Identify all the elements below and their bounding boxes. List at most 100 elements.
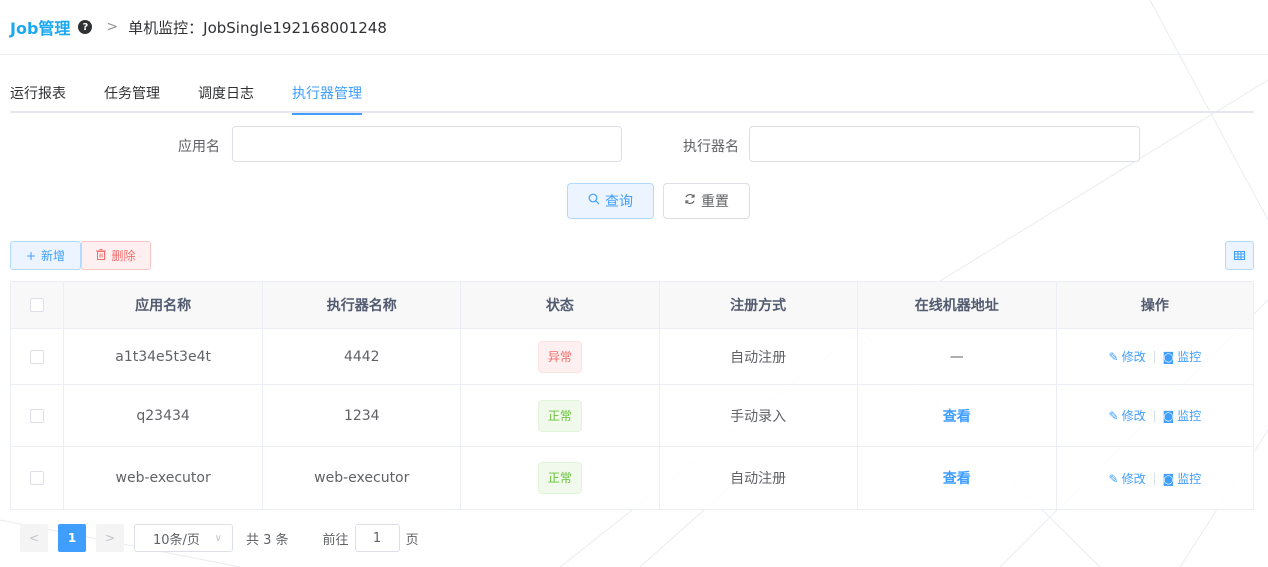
reset-button-label: 重置	[701, 194, 729, 210]
executor-name-label: 执行器名	[683, 139, 739, 155]
app-name-input[interactable]	[232, 126, 622, 162]
delete-button-label: 删除	[111, 249, 136, 263]
view-address-link[interactable]: 查看	[943, 471, 971, 487]
page-suffix: 页	[405, 532, 419, 548]
query-button-label: 查询	[605, 194, 633, 210]
breadcrumb: 单机监控：JobSingle192168001248	[128, 18, 387, 37]
edit-label: 修改	[1121, 409, 1146, 423]
monitor-label: 监控	[1177, 350, 1202, 364]
add-button[interactable]: + 新增	[10, 241, 81, 270]
edit-icon: ✎	[1108, 350, 1119, 364]
edit-icon: ✎	[1108, 409, 1119, 423]
brand-title[interactable]: Job管理	[10, 15, 70, 39]
plus-icon: +	[25, 248, 37, 263]
delete-button[interactable]: 删除	[81, 241, 151, 270]
column-header[interactable]: 状态	[460, 281, 660, 329]
status-cell: 正常	[460, 446, 660, 510]
pagination: < 1 > 10条/页 ∨ 共 3 条 前往 页	[20, 524, 419, 552]
select-all-checkbox[interactable]	[30, 298, 45, 312]
edit-label: 修改	[1121, 350, 1146, 364]
registration-cell: 自动注册	[658, 328, 858, 385]
reset-button[interactable]: 重置	[663, 183, 750, 219]
column-header[interactable]: 执行器名称	[262, 281, 462, 329]
camera-icon: ◙	[1162, 350, 1175, 364]
tab-bar: 运行报表 任务管理 调度日志 执行器管理	[10, 72, 1254, 115]
address-cell: 查看	[856, 446, 1057, 510]
address-cell: 查看	[856, 384, 1057, 447]
table-row: q23434 1234 正常 手动录入 查看 ✎ 修改 ◙ 监控	[9, 384, 1255, 447]
actions-cell: ✎ 修改 ◙ 监控	[1055, 446, 1255, 510]
question-circle-icon[interactable]: ?	[78, 20, 93, 34]
executor-name-input[interactable]	[749, 126, 1140, 162]
total-count: 共 3 条	[246, 532, 289, 548]
executor-name-cell: 4442	[262, 328, 462, 385]
app-name-label: 应用名	[178, 139, 220, 155]
next-page-button[interactable]: >	[96, 524, 124, 552]
edit-button[interactable]: ✎ 修改	[1109, 409, 1146, 423]
goto-page-input[interactable]	[354, 524, 400, 552]
chevron-left-icon: <	[28, 531, 40, 545]
status-cell: 正常	[460, 384, 660, 447]
app-name-cell: web-executor	[63, 446, 264, 510]
select-all-cell	[9, 281, 65, 329]
query-button[interactable]: 查询	[567, 183, 654, 219]
column-settings-button[interactable]	[1225, 241, 1254, 270]
status-badge: 异常	[537, 340, 582, 373]
column-header[interactable]: 注册方式	[658, 281, 858, 329]
app-name-cell: q23434	[63, 384, 264, 447]
table-header-row: 应用名称 执行器名称 状态 注册方式 在线机器地址 操作	[9, 281, 1255, 329]
row-select-cell	[9, 446, 65, 510]
monitor-label: 监控	[1177, 409, 1202, 423]
monitor-button[interactable]: ◙ 监控	[1163, 350, 1202, 364]
column-header[interactable]: 在线机器地址	[856, 281, 1057, 329]
view-address-link[interactable]: 查看	[943, 409, 971, 425]
action-divider	[1153, 472, 1155, 485]
executor-name-cell: 1234	[262, 384, 462, 447]
row-select-cell	[9, 384, 65, 447]
tab-executor-management[interactable]: 执行器管理	[292, 72, 362, 115]
trash-icon	[96, 248, 107, 263]
edit-button[interactable]: ✎ 修改	[1109, 350, 1146, 364]
prev-page-button[interactable]: <	[20, 524, 48, 552]
monitor-label: 监控	[1177, 471, 1202, 486]
chevron-right-icon: >	[106, 19, 119, 35]
page-size-value: 10条/页	[153, 532, 200, 548]
camera-icon: ◙	[1162, 409, 1175, 423]
row-checkbox[interactable]	[30, 408, 45, 423]
refresh-icon	[684, 193, 696, 209]
table-columns-icon	[1234, 248, 1245, 264]
status-cell: 异常	[460, 328, 660, 385]
monitor-button[interactable]: ◙ 监控	[1163, 472, 1202, 486]
edit-button[interactable]: ✎ 修改	[1109, 472, 1146, 486]
address-cell: —	[856, 328, 1057, 385]
row-checkbox[interactable]	[30, 349, 45, 364]
goto-label: 前往	[322, 532, 349, 548]
actions-cell: ✎ 修改 ◙ 监控	[1055, 384, 1255, 447]
action-divider	[1153, 410, 1155, 422]
action-divider	[1153, 351, 1155, 363]
column-header[interactable]: 操作	[1055, 281, 1255, 329]
column-header[interactable]: 应用名称	[63, 281, 264, 329]
row-select-cell	[9, 328, 65, 385]
tab-schedule-log[interactable]: 调度日志	[198, 72, 254, 113]
registration-cell: 自动注册	[658, 446, 858, 510]
search-icon	[588, 193, 600, 209]
edit-icon: ✎	[1108, 471, 1119, 486]
executor-name-cell: web-executor	[262, 446, 462, 510]
page-number-1[interactable]: 1	[58, 524, 86, 552]
monitor-button[interactable]: ◙ 监控	[1163, 409, 1202, 423]
add-button-label: 新增	[41, 249, 66, 263]
status-badge: 正常	[537, 399, 582, 432]
app-name-cell: a1t34e5t3e4t	[63, 328, 264, 385]
tab-task-management[interactable]: 任务管理	[104, 72, 160, 113]
actions-cell: ✎ 修改 ◙ 监控	[1055, 328, 1255, 385]
row-checkbox[interactable]	[30, 471, 45, 485]
chevron-right-icon: >	[104, 531, 116, 545]
status-badge: 正常	[537, 462, 582, 494]
table-row: a1t34e5t3e4t 4442 异常 自动注册 — ✎ 修改 ◙ 监控	[9, 328, 1255, 385]
executor-table: 应用名称 执行器名称 状态 注册方式 在线机器地址 操作 a1t34e5t3e4…	[9, 281, 1255, 510]
edit-label: 修改	[1121, 471, 1146, 486]
table-row: web-executor web-executor 正常 自动注册 查看 ✎ 修改…	[9, 446, 1255, 510]
page-size-select[interactable]: 10条/页 ∨	[134, 524, 233, 552]
tab-run-report[interactable]: 运行报表	[10, 72, 66, 113]
